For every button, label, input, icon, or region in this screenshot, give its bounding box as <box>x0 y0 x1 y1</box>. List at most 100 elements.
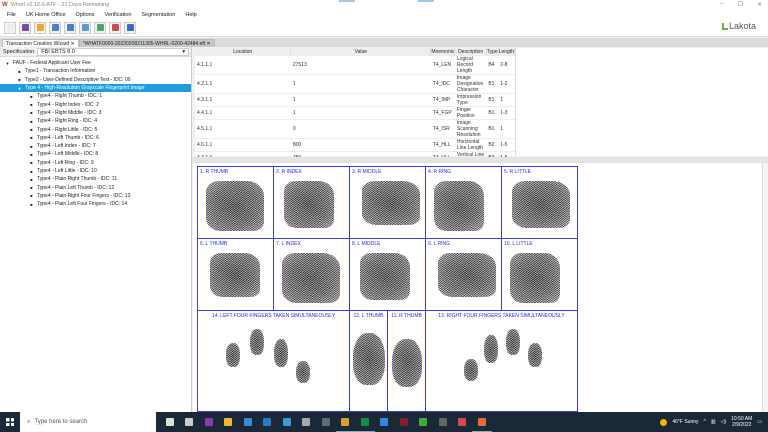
fingerprint-image[interactable] <box>528 343 542 367</box>
clock[interactable]: 10:50 AM 2/9/2022 <box>731 416 752 428</box>
fingerprint-image[interactable] <box>360 253 410 300</box>
collapsed-bullet-icon[interactable]: ■ <box>29 94 34 99</box>
tree-item[interactable]: ▼ Type 4 - High-Resolution Grayscale Fing… <box>0 83 191 93</box>
tree-item[interactable]: ■ Type4 - Right Middle - IDC: 3 <box>0 109 191 117</box>
table-row[interactable]: 4.5.1.1 0 T4_ISR Image Scanning Resolution B… <box>195 119 515 139</box>
tree-item[interactable]: ■ Type4 - Plain Right Four Fingers - IDC:… <box>0 192 191 200</box>
fingerprint-image[interactable] <box>250 329 264 355</box>
fingerprint-image[interactable] <box>226 343 240 367</box>
collapsed-bullet-icon[interactable]: ■ <box>29 185 34 190</box>
fingerprint-image[interactable] <box>392 339 422 387</box>
dell-taskbar-button[interactable] <box>297 412 317 432</box>
tree-item[interactable]: ■ Type4 - Right Thumb - IDC: 1 <box>0 92 191 100</box>
fingerprint-image[interactable] <box>296 361 310 383</box>
tree-item[interactable]: ■ Type4 - Right Ring - IDC: 4 <box>0 117 191 125</box>
volume-icon[interactable]: ◁) <box>721 419 727 425</box>
collapsed-bullet-icon[interactable]: ■ <box>29 152 34 157</box>
collapsed-bullet-icon[interactable]: ■ <box>29 102 34 107</box>
task-view-taskbar-button[interactable] <box>180 412 200 432</box>
import-button[interactable] <box>94 21 106 34</box>
collapsed-bullet-icon[interactable]: ■ <box>29 193 34 198</box>
collapsed-bullet-icon[interactable]: ■ <box>29 202 34 207</box>
specification-select[interactable]: FBI EBTS 8.0 ▾ <box>37 47 190 56</box>
collapsed-bullet-icon[interactable]: ■ <box>17 69 22 74</box>
green-app-taskbar-button[interactable] <box>414 412 434 432</box>
collapsed-bullet-icon[interactable]: ■ <box>29 160 34 165</box>
fingerprint-image[interactable] <box>362 181 420 225</box>
store-taskbar-button[interactable] <box>238 412 258 432</box>
fingerprint-image[interactable] <box>484 335 498 363</box>
chevron-up-icon[interactable]: ^ <box>704 419 706 425</box>
collapsed-bullet-icon[interactable]: ■ <box>29 110 34 115</box>
edge-taskbar-button[interactable] <box>277 412 297 432</box>
column-header-location[interactable]: Location <box>195 48 292 56</box>
calculator-taskbar-button[interactable] <box>316 412 336 432</box>
notification-icon[interactable]: ▭ <box>757 419 762 425</box>
print-button[interactable] <box>124 21 136 34</box>
tree-item[interactable]: ■ Type1 - Transaction Information <box>0 67 191 75</box>
column-header-description[interactable]: Description <box>454 48 487 56</box>
new-file-button[interactable] <box>4 21 16 34</box>
chrome-taskbar-button[interactable] <box>335 412 355 432</box>
fingerprint-image[interactable] <box>510 253 560 303</box>
menu-item-help[interactable]: Help <box>185 12 196 18</box>
fingerprint-image[interactable] <box>353 333 385 385</box>
table-row[interactable]: 4.2.1.1 1 T4_IDC Image Designation Characte… <box>195 74 515 94</box>
fingerprint-image[interactable] <box>438 253 496 297</box>
collapsed-bullet-icon[interactable]: ■ <box>29 119 34 124</box>
network-icon[interactable]: ▥ <box>711 419 716 425</box>
menu-item-segmentation[interactable]: Segmentation <box>141 12 175 18</box>
collapsed-bullet-icon[interactable]: ■ <box>29 127 34 132</box>
chrome-profile-taskbar-button[interactable] <box>453 412 473 432</box>
lakota-app-taskbar-button[interactable] <box>472 412 492 432</box>
mail-taskbar-button[interactable] <box>258 412 278 432</box>
wizard-button[interactable] <box>19 21 31 34</box>
save-button[interactable] <box>49 21 61 34</box>
fingerprint-image[interactable] <box>282 253 340 303</box>
onenote-taskbar-button[interactable] <box>199 412 219 432</box>
collapsed-bullet-icon[interactable]: ■ <box>29 177 34 182</box>
expanded-arrow-icon[interactable]: ▼ <box>17 86 22 91</box>
column-header-mnemonic[interactable]: Mnemonic <box>430 48 456 56</box>
settings-taskbar-button[interactable] <box>433 412 453 432</box>
menu-item-verification[interactable]: Verification <box>104 12 131 18</box>
tree-item[interactable]: ■ Type4 - Plain Left Four Fingers - IDC: … <box>0 200 191 208</box>
restore-button[interactable]: ❐ <box>738 1 743 8</box>
fingerprint-image[interactable] <box>506 329 520 355</box>
tree-item[interactable]: ■ Type4 - Left Ring - IDC: 9 <box>0 159 191 167</box>
fingerprint-image[interactable] <box>210 253 260 297</box>
tree-item[interactable]: ■ Type4 - Left Little - IDC: 10 <box>0 167 191 175</box>
excel-taskbar-button[interactable] <box>355 412 375 432</box>
fingerprint-image[interactable] <box>274 339 288 367</box>
tree-item[interactable]: ■ Type4 - Right Index - IDC: 2 <box>0 100 191 108</box>
viewer-scrollbar[interactable] <box>762 163 768 412</box>
weather-text[interactable]: 46°F Sunny <box>672 419 698 425</box>
file-explorer-taskbar-button[interactable] <box>219 412 239 432</box>
fingerprint-image[interactable] <box>206 181 264 231</box>
tree-item[interactable]: ▼ FAUF - Federal Applicant User Fee <box>0 59 191 67</box>
table-row[interactable]: 4.3.1.1 1 T4_IMP Impression Type B1 1 <box>195 93 515 107</box>
open-folder-button[interactable] <box>34 21 46 34</box>
expanded-arrow-icon[interactable]: ▼ <box>5 61 10 66</box>
collapsed-bullet-icon[interactable]: ■ <box>17 77 22 82</box>
start-button[interactable] <box>0 418 20 426</box>
column-header-length[interactable]: Length <box>498 48 516 56</box>
table-row[interactable]: 4.6.1.1 800 T4_HLL Horizontal Line Length B2… <box>195 138 515 152</box>
cortana-taskbar-button[interactable] <box>160 412 180 432</box>
tree-item[interactable]: ■ Type2 - User-Defined Descriptive Text -… <box>0 76 191 84</box>
tree-item[interactable]: ■ Type4 - Right Little - IDC: 5 <box>0 125 191 133</box>
menu-item-file[interactable]: File <box>7 12 16 18</box>
menu-item-uk-home-office[interactable]: UK Home Office <box>26 12 66 18</box>
menu-item-options[interactable]: Options <box>76 12 95 18</box>
column-header-value[interactable]: Value <box>290 48 432 56</box>
fingerprint-image[interactable] <box>512 181 570 228</box>
minimize-button[interactable]: – <box>720 1 723 8</box>
collapsed-bullet-icon[interactable]: ■ <box>29 144 34 149</box>
tree-item[interactable]: ■ Type4 - Left Middle - IDC: 8 <box>0 150 191 158</box>
tree-item[interactable]: ■ Type4 - Left Index - IDC: 7 <box>0 142 191 150</box>
tab-1[interactable]: *WHATF0000-20220208211305-WHRL-0200-4248… <box>78 39 215 47</box>
collapsed-bullet-icon[interactable]: ■ <box>29 135 34 140</box>
tree-item[interactable]: ■ Type4 - Plain Right Thumb - IDC: 11 <box>0 175 191 183</box>
todo-taskbar-button[interactable] <box>375 412 395 432</box>
print-preview-button[interactable] <box>109 21 121 34</box>
